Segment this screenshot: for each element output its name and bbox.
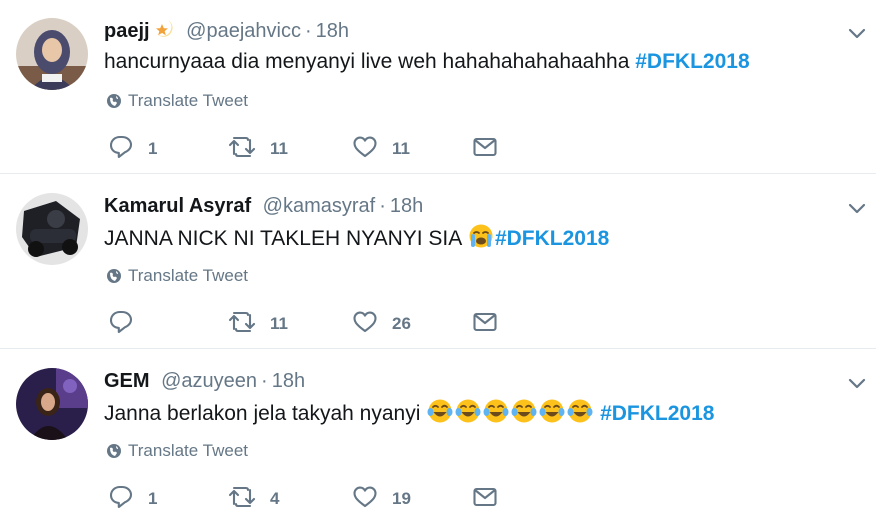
display-name[interactable]: paejj (104, 20, 150, 42)
tears-of-joy-face-icon (427, 398, 453, 432)
chevron-down-icon[interactable] (846, 372, 868, 394)
globe-icon (106, 443, 122, 464)
tweet-body: hancurnyaaa dia menyanyi live weh hahaha… (104, 50, 636, 73)
avatar[interactable] (16, 368, 88, 440)
timestamp[interactable]: 18h (316, 20, 349, 42)
direct-message-button[interactable] (472, 134, 498, 164)
reply-button[interactable]: 1 (108, 134, 157, 164)
avatar[interactable] (16, 193, 88, 265)
hashtag-link[interactable]: #DFKL2018 (495, 227, 609, 250)
tweet[interactable]: GEM @azuyeen · 18h Janna berlakon jela tak… (0, 350, 876, 522)
timestamp[interactable]: 18h (390, 195, 423, 217)
avatar[interactable] (16, 18, 88, 90)
like-count: 19 (392, 489, 411, 508)
separator-dot: · (261, 370, 268, 392)
heart-icon (352, 309, 378, 340)
tears-of-joy-face-icon (567, 398, 593, 432)
retweet-icon (228, 309, 256, 340)
like-button[interactable]: 19 (352, 484, 411, 514)
display-name[interactable]: GEM (104, 370, 150, 392)
reply-icon (108, 309, 134, 340)
globe-icon (106, 268, 122, 289)
hashtag-link[interactable]: #DFKL2018 (635, 50, 749, 73)
retweet-icon (228, 484, 256, 515)
translate-tweet-link[interactable]: Translate Tweet (106, 266, 248, 289)
tweet-actions: 11 26 (108, 309, 548, 339)
envelope-icon (472, 485, 498, 514)
like-button[interactable]: 11 (352, 134, 410, 164)
tweet-body: Janna berlakon jela takyah nyanyi (104, 402, 427, 425)
tweet-header: paejj @paejahvicc · 18h (104, 18, 349, 47)
separator-dot: · (304, 20, 312, 42)
tweet-body: JANNA NICK NI TAKLEH NYANYI SIA (104, 227, 467, 250)
retweet-icon (228, 134, 256, 165)
tweet-actions: 1 11 11 (108, 134, 548, 164)
heart-icon (352, 484, 378, 515)
like-button[interactable]: 26 (352, 309, 411, 339)
user-handle[interactable]: @azuyeen (161, 370, 257, 392)
tweet-actions: 1 4 19 (108, 484, 548, 514)
like-count: 11 (392, 139, 410, 158)
reply-button[interactable]: 1 (108, 484, 157, 514)
hashtag-link[interactable]: #DFKL2018 (600, 402, 714, 425)
chevron-down-icon[interactable] (846, 22, 868, 44)
timestamp[interactable]: 18h (272, 370, 305, 392)
reply-count: 1 (148, 489, 158, 508)
display-name[interactable]: Kamarul Asyraf (104, 195, 251, 217)
globe-icon (106, 93, 122, 114)
translate-label: Translate Tweet (128, 441, 249, 460)
timeline: paejj @paejahvicc · 18h hancurnyaaa dia me… (0, 0, 876, 522)
tears-of-joy-face-icon (539, 398, 565, 432)
envelope-icon (472, 310, 498, 339)
translate-tweet-link[interactable]: Translate Tweet (106, 441, 248, 464)
tweet[interactable]: paejj @paejahvicc · 18h hancurnyaaa dia me… (0, 0, 876, 174)
tweet-header: Kamarul Asyraf @kamasyraf · 18h (104, 193, 423, 219)
retweet-button[interactable]: 4 (228, 484, 279, 514)
retweet-button[interactable]: 11 (228, 134, 288, 164)
like-count: 26 (392, 314, 411, 333)
direct-message-button[interactable] (472, 484, 498, 514)
star-icon (153, 18, 175, 47)
direct-message-button[interactable] (472, 309, 498, 339)
tears-of-joy-face-icon (483, 398, 509, 432)
reply-button[interactable] (108, 309, 148, 339)
tweet-text: hancurnyaaa dia menyanyi live weh hahaha… (104, 48, 750, 76)
user-handle[interactable]: @paejahvicc (186, 20, 301, 42)
tears-of-joy-face-icon (455, 398, 481, 432)
tweet-header: GEM @azuyeen · 18h (104, 368, 305, 394)
retweet-count: 4 (270, 489, 280, 508)
tweet-text: Janna berlakon jela takyah nyanyi #DFKL2… (104, 398, 714, 432)
loudly-crying-face-icon (468, 223, 494, 257)
translate-label: Translate Tweet (128, 266, 249, 285)
reply-icon (108, 134, 134, 165)
translate-label: Translate Tweet (128, 91, 249, 110)
retweet-button[interactable]: 11 (228, 309, 288, 339)
retweet-count: 11 (270, 314, 288, 333)
retweet-count: 11 (270, 139, 288, 158)
envelope-icon (472, 135, 498, 164)
reply-icon (108, 484, 134, 515)
chevron-down-icon[interactable] (846, 197, 868, 219)
tweet[interactable]: Kamarul Asyraf @kamasyraf · 18h JANNA NICK… (0, 175, 876, 349)
reply-count: 1 (148, 139, 158, 158)
user-handle[interactable]: @kamasyraf (263, 195, 376, 217)
heart-icon (352, 134, 378, 165)
tears-of-joy-face-icon (511, 398, 537, 432)
translate-tweet-link[interactable]: Translate Tweet (106, 91, 248, 114)
separator-dot: · (379, 195, 386, 217)
tweet-text: JANNA NICK NI TAKLEH NYANYI SIA #DFKL201… (104, 223, 609, 257)
